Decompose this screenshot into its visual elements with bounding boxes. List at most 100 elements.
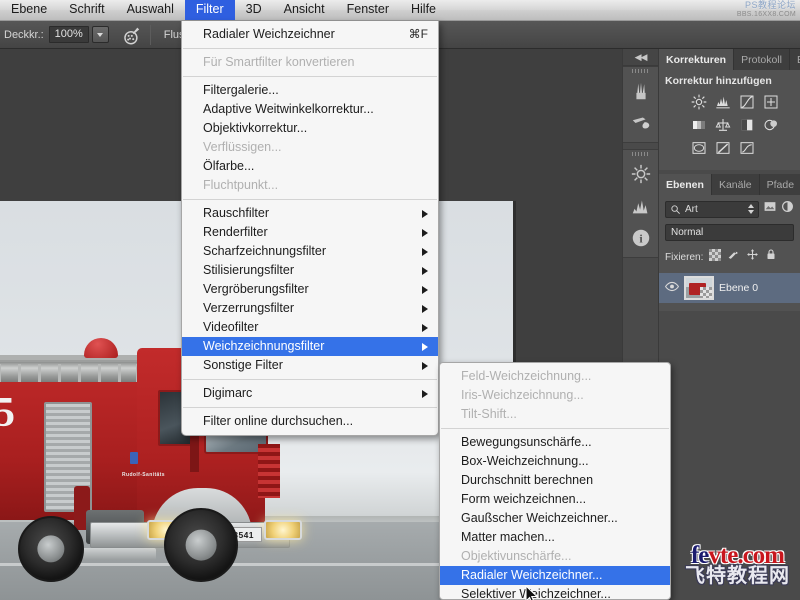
tab-label: Korrekturen	[666, 53, 727, 66]
submenu-arrow-icon	[422, 228, 428, 237]
opacity-label: Deckkr.:	[4, 28, 44, 41]
dock-grip[interactable]	[623, 150, 658, 158]
dock-group-adjustments[interactable]: i	[623, 149, 658, 258]
menu-item-radialer-weichzeichner[interactable]: Radialer Weichzeichner...	[440, 566, 670, 585]
menu-auswahl[interactable]: Auswahl	[116, 0, 185, 20]
hue-saturation-icon[interactable]	[713, 116, 733, 134]
exposure-icon[interactable]	[761, 93, 781, 111]
menu-ansicht[interactable]: Ansicht	[273, 0, 336, 20]
filter-menu-dropdown[interactable]: Radialer Weichzeichner ⌘F Für Smartfilter …	[181, 21, 439, 436]
menu-item-objektivkorrektur[interactable]: Objektivkorrektur...	[182, 119, 438, 138]
submenu-arrow-icon	[422, 209, 428, 218]
menu-item-tilt-shift: Tilt-Shift...	[440, 405, 670, 424]
blend-mode-select[interactable]: Normal	[665, 224, 794, 241]
menu-item-label: Objektivkorrektur...	[203, 121, 308, 135]
menu-item-label: Filtergalerie...	[203, 83, 279, 97]
blur-submenu-dropdown[interactable]: Feld-Weichzeichnung... Iris-Weichzeichnun…	[439, 362, 671, 600]
channel-mixer-icon[interactable]	[713, 139, 733, 157]
lock-all-icon[interactable]	[765, 248, 777, 266]
black-white-icon[interactable]	[761, 116, 781, 134]
levels-icon[interactable]	[713, 93, 733, 111]
adjustment-layer-filter-icon[interactable]	[781, 200, 794, 218]
menu-item-weichzeichnungsfilter[interactable]: Weichzeichnungsfilter	[182, 337, 438, 356]
info-icon[interactable]: i	[623, 222, 659, 254]
menu-item-selektiver-weichzeichner[interactable]: Selektiver Weichzeichner...	[440, 585, 670, 599]
histogram-icon[interactable]	[623, 190, 659, 222]
brush-presets-icon[interactable]	[623, 75, 659, 107]
menu-item-sonstige-filter[interactable]: Sonstige Filter	[182, 356, 438, 375]
menu-item-vergroeberungsfilter[interactable]: Vergröberungsfilter	[182, 280, 438, 299]
curves-icon[interactable]	[737, 93, 757, 111]
layer-thumbnail[interactable]	[684, 276, 714, 300]
color-lookup-icon[interactable]	[737, 139, 757, 157]
tab-eigenschaften[interactable]: Ei	[789, 49, 800, 70]
menu-item-videofilter[interactable]: Videofilter	[182, 318, 438, 337]
stepper-arrows-icon[interactable]	[748, 204, 754, 214]
menu-item-rauschfilter[interactable]: Rauschfilter	[182, 204, 438, 223]
tab-kanaele[interactable]: Kanäle	[711, 174, 760, 195]
layer-name: Ebene 0	[719, 282, 759, 294]
menu-item-label: Fluchtpunkt...	[203, 178, 279, 192]
menu-item-label: Objektivunschärfe...	[461, 549, 572, 563]
table-row[interactable]: Ebene 0	[659, 273, 800, 303]
brightness-contrast-icon[interactable]	[689, 93, 709, 111]
pixel-layer-filter-icon[interactable]	[763, 200, 777, 218]
layer-filter-select[interactable]: Art	[665, 200, 759, 218]
menu-item-filtergalerie[interactable]: Filtergalerie...	[182, 81, 438, 100]
menu-item-matter-machen[interactable]: Matter machen...	[440, 528, 670, 547]
lock-transparency-icon[interactable]	[709, 248, 722, 266]
menu-item-form-weichzeichnen[interactable]: Form weichzeichnen...	[440, 490, 670, 509]
dock-group-brushes[interactable]	[623, 66, 658, 143]
tab-ebenen[interactable]: Ebenen	[659, 174, 712, 195]
menu-schrift[interactable]: Schrift	[58, 0, 115, 20]
menu-item-label: Verflüssigen...	[203, 140, 282, 154]
menu-separator	[183, 379, 437, 380]
menu-3d[interactable]: 3D	[235, 0, 273, 20]
menu-item-box-weichzeichnung[interactable]: Box-Weichzeichnung...	[440, 452, 670, 471]
layers-panel-tabs[interactable]: Ebenen Kanäle Pfade	[659, 174, 800, 195]
menu-item-oelfarbe[interactable]: Ölfarbe...	[182, 157, 438, 176]
dock-grip[interactable]	[623, 67, 658, 75]
truck-rear-wheel	[18, 516, 84, 582]
adjustments-icon[interactable]	[623, 158, 659, 190]
opacity-input[interactable]: 100%	[48, 26, 89, 43]
menu-item-stilisierungsfilter[interactable]: Stilisierungsfilter	[182, 261, 438, 280]
menu-fenster[interactable]: Fenster	[336, 0, 400, 20]
menu-filter[interactable]: Filter	[184, 0, 235, 20]
airbrush-icon[interactable]	[119, 24, 141, 46]
menu-item-verzerrungsfilter[interactable]: Verzerrungsfilter	[182, 299, 438, 318]
menu-item-scharfzeichnungsfilter[interactable]: Scharfzeichnungsfilter	[182, 242, 438, 261]
menu-item-digimarc[interactable]: Digimarc	[182, 384, 438, 403]
adjustments-panel-tabs[interactable]: Korrekturen Protokoll Ei	[659, 49, 800, 70]
menu-hilfe[interactable]: Hilfe	[400, 0, 447, 20]
expand-panels-button[interactable]: ◀◀	[623, 49, 658, 66]
layers-panel: Ebenen Kanäle Pfade Art Normal Fixieren:…	[659, 174, 800, 311]
submenu-arrow-icon	[422, 342, 428, 351]
lock-image-icon[interactable]	[727, 248, 740, 266]
submenu-arrow-icon	[422, 266, 428, 275]
opacity-dropdown-button[interactable]	[91, 26, 109, 43]
color-balance-icon[interactable]	[737, 116, 757, 134]
tab-protokoll[interactable]: Protokoll	[734, 49, 790, 70]
menu-item-fuer-smartfilter-konvertieren: Für Smartfilter konvertieren	[182, 53, 438, 72]
menu-item-gaussscher-weichzeichner[interactable]: Gaußscher Weichzeichner...	[440, 509, 670, 528]
search-icon	[671, 204, 680, 214]
menu-item-bewegungsunschaerfe[interactable]: Bewegungsunschärfe...	[440, 433, 670, 452]
photo-filter-icon[interactable]	[689, 139, 709, 157]
tab-korrekturen[interactable]: Korrekturen	[659, 49, 735, 70]
vibrance-icon[interactable]	[689, 116, 709, 134]
menu-item-durchschnitt-berechnen[interactable]: Durchschnitt berechnen	[440, 471, 670, 490]
eye-icon[interactable]	[664, 279, 680, 297]
menu-item-adaptive-weitwinkelkorrektur[interactable]: Adaptive Weitwinkelkorrektur...	[182, 100, 438, 119]
tab-pfade[interactable]: Pfade	[759, 174, 800, 195]
brush-icon[interactable]	[623, 107, 659, 139]
truck-number: 5	[0, 390, 15, 436]
adjustments-panel-title: Korrektur hinzufügen	[665, 75, 772, 87]
menu-item-renderfilter[interactable]: Renderfilter	[182, 223, 438, 242]
menu-ebene[interactable]: Ebene	[0, 0, 58, 20]
lock-position-icon[interactable]	[746, 248, 759, 266]
truck-grille	[258, 444, 280, 498]
menu-item-label: Iris-Weichzeichnung...	[461, 388, 584, 402]
menu-item-filter-online-durchsuchen[interactable]: Filter online durchsuchen...	[182, 412, 438, 431]
menu-item-radialer-weichzeichner[interactable]: Radialer Weichzeichner ⌘F	[182, 25, 438, 44]
